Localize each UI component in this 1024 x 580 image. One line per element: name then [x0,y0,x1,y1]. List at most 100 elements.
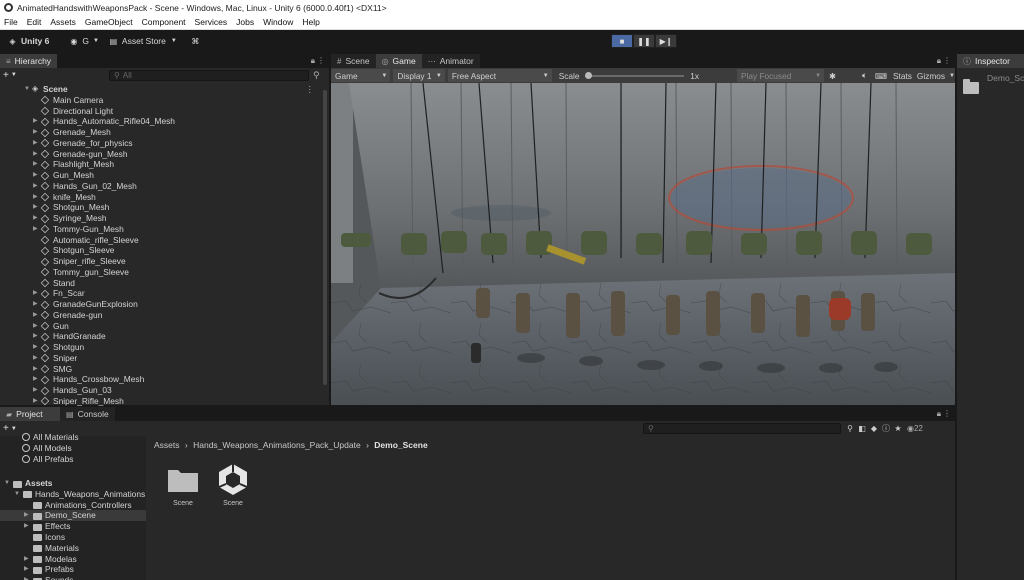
project-folder-item[interactable]: ▶ Prefabs [0,564,146,575]
chevron-down-icon[interactable]: ▼ [4,478,10,489]
menu-services[interactable]: Services [195,17,228,27]
hierarchy-item[interactable]: ▶ Syringe_Mesh [0,213,320,224]
menu-help[interactable]: Help [302,17,319,27]
star-icon[interactable]: ★ [893,424,903,434]
hierarchy-item[interactable]: ▶ Grenade_for_physics [0,138,320,149]
hierarchy-item[interactable]: ▶ Hands_Automatic_Rifle04_Mesh [0,116,320,127]
scene-row[interactable]: ▼ ◈ Scene ⋮ [0,84,320,95]
hierarchy-item[interactable]: ▶ SMG [0,364,320,375]
hierarchy-item[interactable]: ▶ HandGranade [0,331,320,342]
hierarchy-item[interactable]: ▶ Flashlight_Mesh [0,159,320,170]
lock-icon[interactable]: 🔒︎ [311,56,315,66]
audio-mute-icon[interactable]: 🔈︎ [862,70,867,81]
hierarchy-item[interactable]: ▶ Sniper_Rifle_Mesh [0,396,320,407]
chevron-right-icon[interactable]: ▶ [24,554,29,565]
more-options-icon[interactable]: ⋮ [943,409,951,418]
hierarchy-item[interactable]: Stand [0,278,320,289]
game-mode-dropdown[interactable]: Game ▼ [331,69,391,82]
chevron-right-icon[interactable]: ▶ [33,170,38,181]
unity-version-button[interactable]: ◈ Unity 6 [8,36,49,46]
menu-assets[interactable]: Assets [50,17,76,27]
hierarchy-item[interactable]: ▶ Gun [0,321,320,332]
lock-icon[interactable]: 🔒︎ [937,409,941,419]
chevron-right-icon[interactable]: ▶ [33,159,38,170]
project-folder-item[interactable]: Icons [0,532,146,543]
search-scope-icon[interactable]: ⚲ [313,70,320,81]
project-folder-item[interactable]: ▶ Modelas [0,554,146,565]
tab-animator[interactable]: ⋯ Animator [421,54,480,68]
hierarchy-item[interactable]: ▶ Grenade_Mesh [0,127,320,138]
chevron-right-icon[interactable]: ▶ [33,127,38,138]
chevron-right-icon[interactable]: ▶ [33,396,38,407]
chevron-right-icon[interactable]: ▶ [33,138,38,149]
hierarchy-item[interactable]: Shotgun_Sleeve [0,245,320,256]
menu-window[interactable]: Window [263,17,293,27]
tag-icon[interactable]: ◆ [869,424,879,434]
info-icon[interactable]: ⓘ [881,424,891,434]
menu-jobs[interactable]: Jobs [236,17,254,27]
chevron-right-icon[interactable]: ▶ [24,564,29,575]
chevron-right-icon[interactable]: ▶ [33,192,38,203]
hierarchy-item[interactable]: ▶ Grenade-gun [0,310,320,321]
game-render-canvas[interactable] [331,83,955,405]
chevron-right-icon[interactable]: ▶ [33,149,38,160]
search-by-label-icon[interactable]: ◧ [857,424,867,434]
chevron-right-icon[interactable]: ▶ [24,575,29,580]
hierarchy-item[interactable]: ▶ Shotgun [0,342,320,353]
hierarchy-item[interactable]: Sniper_rifle_Sleeve [0,256,320,267]
account-button[interactable]: ◉ G ▼ [69,36,99,46]
chevron-down-icon[interactable]: ▼ [14,489,20,500]
more-options-icon[interactable]: ⋮ [943,56,951,65]
chevron-right-icon[interactable]: ▶ [33,116,38,127]
hierarchy-item[interactable]: ▶ Fn_Scar [0,288,320,299]
hierarchy-item[interactable]: ▶ GranadeGunExplosion [0,299,320,310]
bug-icon[interactable]: ✱ [829,71,836,81]
search-by-type-icon[interactable]: ⚲ [845,424,855,434]
hierarchy-item[interactable]: ▶ Hands_Gun_03 [0,385,320,396]
version-control-button[interactable]: ⌘ [191,37,204,46]
hidden-packages-count[interactable]: ◉22 [907,424,923,433]
menu-edit[interactable]: Edit [27,17,42,27]
asset-folder-scene[interactable]: Scene [158,462,208,507]
tab-console[interactable]: ▤ Console [60,407,115,421]
chevron-right-icon[interactable]: ▶ [33,213,38,224]
tab-game[interactable]: ◎ Game [375,54,422,68]
hierarchy-item[interactable]: ▶ Sniper [0,353,320,364]
stats-toggle[interactable]: Stats [893,71,912,81]
project-folder-item[interactable]: ▼ Hands_Weapons_Animations [0,489,146,500]
more-options-icon[interactable]: ⋮ [317,56,325,65]
breadcrumb-assets[interactable]: Assets [154,440,180,450]
breadcrumb-demo-scene[interactable]: Demo_Scene [374,440,427,450]
tab-hierarchy[interactable]: ≡ Hierarchy [0,54,58,68]
project-folder-item[interactable]: ▶ Sounds [0,575,146,580]
asset-unity-scene[interactable]: Scene [208,462,258,507]
chevron-right-icon[interactable]: ▶ [33,288,38,299]
hierarchy-item[interactable]: ▶ knife_Mesh [0,192,320,203]
breadcrumb-hands-weapons[interactable]: Hands_Weapons_Animations_Pack_Update [193,440,361,450]
play-focused-dropdown[interactable]: Play Focused ▼ [737,69,825,82]
menu-file[interactable]: File [4,17,18,27]
hierarchy-item[interactable]: ▶ Hands_Crossbow_Mesh [0,374,320,385]
project-folder-item[interactable]: ▶ Effects [0,521,146,532]
scale-slider-thumb[interactable] [585,71,593,79]
asset-store-button[interactable]: ▤ Asset Store ▼ [109,36,177,46]
chevron-right-icon[interactable]: ▶ [33,202,38,213]
lock-icon[interactable]: 🔒︎ [937,56,941,66]
hierarchy-item[interactable]: Directional Light [0,106,320,117]
tab-scene[interactable]: # Scene [331,54,376,68]
shortcuts-icon[interactable]: ⌨ [875,71,887,81]
hierarchy-item[interactable]: Tommy_gun_Sleeve [0,267,320,278]
gizmos-dropdown[interactable]: Gizmos [917,71,945,81]
aspect-dropdown[interactable]: Free Aspect ▼ [447,69,552,82]
project-folder-item[interactable]: ▼ Assets [0,478,146,489]
menu-gameobject[interactable]: GameObject [85,17,133,27]
display-dropdown[interactable]: Display 1 ▼ [393,69,445,82]
chevron-right-icon[interactable]: ▶ [33,374,38,385]
tab-inspector[interactable]: ⓘ Inspector [957,54,1024,68]
chevron-right-icon[interactable]: ▶ [33,342,38,353]
hierarchy-item[interactable]: Automatic_rifle_Sleeve [0,235,320,246]
chevron-right-icon[interactable]: ▶ [33,331,38,342]
project-folder-item[interactable]: ▶ Demo_Scene [0,510,146,522]
play-button[interactable]: ■ [611,34,633,48]
favorite-item[interactable]: All Prefabs [0,454,146,465]
